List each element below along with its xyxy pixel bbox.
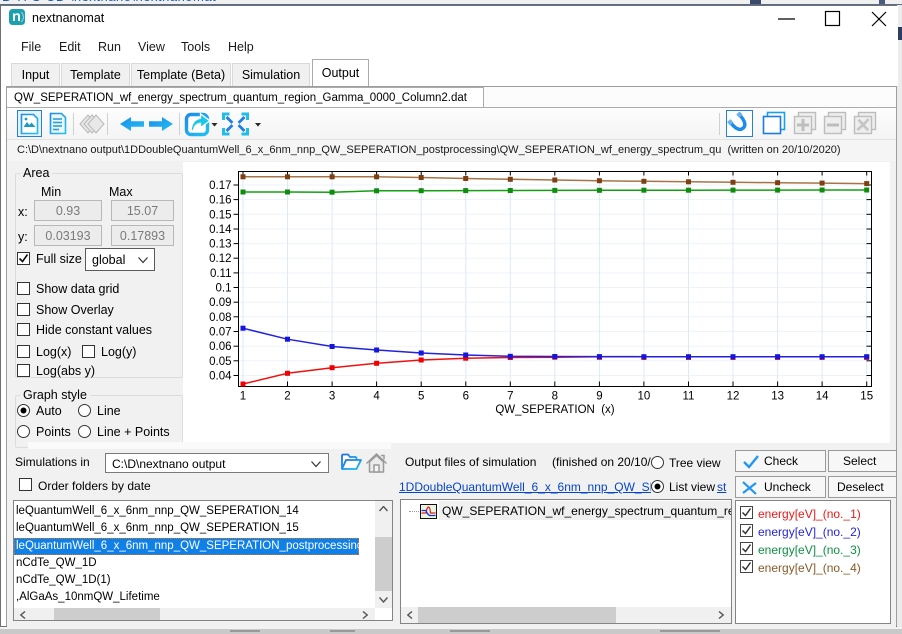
svg-text:0.16: 0.16 xyxy=(209,195,231,207)
svg-text:1: 1 xyxy=(240,391,246,403)
svg-text:10: 10 xyxy=(638,391,651,403)
svg-text:2: 2 xyxy=(284,391,290,403)
svg-text:12: 12 xyxy=(727,391,740,403)
svg-text:4: 4 xyxy=(373,391,380,403)
svg-text:0.13: 0.13 xyxy=(209,239,231,251)
svg-text:0.09: 0.09 xyxy=(209,297,231,309)
svg-text:5: 5 xyxy=(418,391,424,403)
svg-text:3: 3 xyxy=(329,391,335,403)
svg-text:0.15: 0.15 xyxy=(209,209,231,221)
svg-text:QW_SEPERATION (x): QW_SEPERATION (x) xyxy=(495,404,614,416)
svg-text:9: 9 xyxy=(596,391,602,403)
svg-text:13: 13 xyxy=(771,391,784,403)
svg-text:0.1: 0.1 xyxy=(216,283,232,295)
svg-text:0.14: 0.14 xyxy=(209,224,232,236)
svg-text:0.11: 0.11 xyxy=(210,268,232,280)
svg-text:14: 14 xyxy=(816,391,829,403)
svg-text:6: 6 xyxy=(463,391,469,403)
svg-text:7: 7 xyxy=(507,391,513,403)
svg-text:0.12: 0.12 xyxy=(209,253,231,265)
svg-text:0.04: 0.04 xyxy=(209,371,232,383)
svg-text:0.08: 0.08 xyxy=(209,312,231,324)
svg-text:11: 11 xyxy=(683,391,695,403)
svg-text:0.07: 0.07 xyxy=(209,327,231,339)
svg-text:15: 15 xyxy=(860,391,873,403)
svg-text:0.05: 0.05 xyxy=(209,356,231,368)
svg-text:8: 8 xyxy=(552,391,558,403)
svg-text:0.17: 0.17 xyxy=(209,180,231,192)
svg-text:0.06: 0.06 xyxy=(209,341,231,353)
